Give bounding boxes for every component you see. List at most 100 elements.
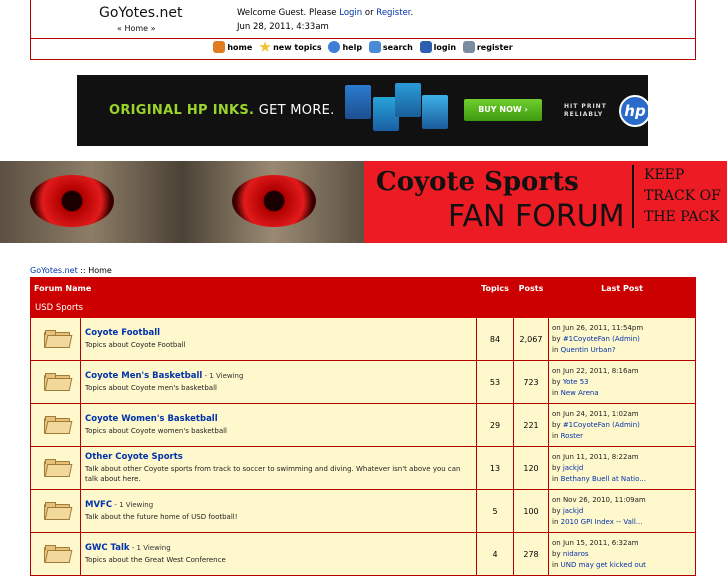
- last-post-topic-link[interactable]: Roster: [561, 432, 583, 440]
- buy-now-button[interactable]: BUY NOW ›: [464, 99, 542, 121]
- site-banner: Coyote Sports FAN FORUM KEEP TRACK OF TH…: [0, 161, 727, 243]
- forum-info-cell: MVFC - 1 Viewing Talk about the future ho…: [80, 489, 477, 533]
- forum-description: Topics about Coyote Football: [85, 341, 186, 349]
- forum-info-cell: Coyote Women's Basketball Topics about Co…: [80, 403, 477, 447]
- register-link[interactable]: Register: [376, 8, 410, 18]
- toolbar-help-label: help: [342, 42, 363, 52]
- last-post-author-link[interactable]: jackjd: [563, 507, 584, 515]
- forum-info-cell: GWC Talk - 1 Viewing Topics about the Gre…: [80, 532, 477, 576]
- forum-table: Forum Name Topics Posts Last Post USD Sp…: [30, 277, 696, 576]
- forum-description: Topics about Coyote men's basketball: [85, 384, 217, 392]
- last-post-date: on Jun 11, 2011, 8:22am: [552, 452, 639, 461]
- toolbar-search[interactable]: search: [368, 41, 413, 53]
- ink-cartridge-image: [345, 85, 371, 119]
- forum-name-link[interactable]: Coyote Women's Basketball: [85, 414, 218, 424]
- forum-status-cell: [30, 403, 81, 447]
- toolbar-register-label: register: [476, 42, 513, 52]
- last-post-author-line: by jackjd: [552, 463, 584, 472]
- forum-row: Coyote Men's Basketball - 1 Viewing Topic…: [30, 360, 696, 404]
- last-post-author-line: by jackjd: [552, 506, 584, 515]
- search-icon: [368, 41, 381, 53]
- banner-slogan-3: THE PACK: [644, 209, 720, 225]
- last-post-author-line: by Yote 53: [552, 377, 589, 386]
- forum-name-link[interactable]: MVFC: [85, 500, 112, 510]
- ink-cartridge-image: [395, 83, 421, 117]
- folder-icon: [43, 373, 72, 391]
- forum-name-link[interactable]: Other Coyote Sports: [85, 452, 183, 462]
- col-posts: Posts: [513, 277, 549, 299]
- last-post-author-link[interactable]: Yote 53: [563, 378, 589, 386]
- breadcrumb-separator: ::: [77, 266, 89, 275]
- forum-status-cell: [30, 446, 81, 490]
- forum-description: Talk about other Coyote sports from trac…: [85, 465, 461, 483]
- last-post-topic-link[interactable]: New Arena: [561, 389, 599, 397]
- last-post-author-link[interactable]: jackjd: [563, 464, 584, 472]
- forum-last-post: on Jun 26, 2011, 11:54pm by #1CoyoteFan (…: [548, 317, 696, 361]
- last-post-author-link[interactable]: nidaros: [563, 550, 589, 558]
- forum-last-post: on Jun 22, 2011, 8:16am by Yote 53 in New …: [548, 360, 696, 404]
- forum-name-link[interactable]: Coyote Men's Basketball: [85, 371, 202, 381]
- forum-viewing-count: - 1 Viewing: [112, 501, 154, 509]
- home-crumb[interactable]: « Home »: [117, 24, 156, 33]
- last-post-date: on Jun 26, 2011, 11:54pm: [552, 323, 644, 332]
- forum-posts-count: 278: [513, 532, 549, 576]
- last-post-topic-link[interactable]: UND may get kicked out: [561, 561, 646, 569]
- header-box: GoYotes.net « Home » Welcome Guest. Plea…: [30, 0, 696, 60]
- toolbar-help[interactable]: help: [328, 41, 362, 53]
- toolbar-new-topics[interactable]: new topics: [259, 41, 322, 53]
- last-post-date: on Jun 15, 2011, 6:32am: [552, 538, 639, 547]
- welcome-suffix: .: [410, 8, 414, 18]
- login-link[interactable]: Login: [339, 8, 362, 18]
- forum-topics-count: 13: [476, 446, 514, 490]
- last-post-topic-link[interactable]: Bethany Buell at Natio...: [561, 475, 646, 483]
- forum-topics-count: 5: [476, 489, 514, 533]
- header-top-row: GoYotes.net « Home » Welcome Guest. Plea…: [31, 0, 695, 39]
- forum-rows: Coyote Football Topics about Coyote Footb…: [30, 317, 696, 576]
- forum-name-link[interactable]: Coyote Football: [85, 328, 160, 338]
- home-icon: [213, 41, 226, 53]
- breadcrumb-site-link[interactable]: GoYotes.net: [30, 266, 78, 275]
- folder-icon: [43, 459, 72, 477]
- forum-last-post: on Jun 11, 2011, 8:22am by jackjd in Betha…: [548, 446, 696, 490]
- folder-icon: [43, 416, 72, 434]
- toolbar-login-label: login: [433, 42, 457, 52]
- last-post-author-link[interactable]: #1CoyoteFan (Admin): [563, 421, 640, 429]
- toolbar-register[interactable]: register: [462, 41, 513, 53]
- forum-description: Topics about the Great West Conference: [85, 556, 226, 564]
- ad-headline-white: GET MORE.: [254, 103, 335, 118]
- col-forum-name: Forum Name: [30, 277, 477, 299]
- forum-status-cell: [30, 489, 81, 533]
- forum-last-post: on Jun 24, 2011, 1:02am by #1CoyoteFan (A…: [548, 403, 696, 447]
- toolbar-search-label: search: [382, 42, 413, 52]
- last-post-topic-line: in Quentin Urban?: [552, 345, 616, 354]
- forum-topics-count: 84: [476, 317, 514, 361]
- col-topics: Topics: [476, 277, 514, 299]
- last-post-topic-link[interactable]: Quentin Urban?: [561, 346, 616, 354]
- login-icon: [419, 41, 432, 53]
- forum-status-cell: [30, 317, 81, 361]
- last-post-date: on Nov 26, 2010, 11:09am: [552, 495, 646, 504]
- toolbar-login[interactable]: login: [419, 41, 457, 53]
- col-last-post: Last Post: [548, 277, 696, 299]
- forum-viewing-count: - 1 Viewing: [129, 544, 171, 552]
- hp-ad-banner[interactable]: ORIGINAL HP INKS. GET MORE. BUY NOW › HI…: [77, 75, 648, 146]
- folder-icon: [43, 545, 72, 563]
- last-post-topic-link[interactable]: 2010 GPI Index -- Vall...: [561, 518, 643, 526]
- category-title[interactable]: USD Sports: [30, 298, 696, 318]
- toolbar-home[interactable]: home: [213, 41, 252, 53]
- forum-description: Topics about Coyote women's basketball: [85, 427, 227, 435]
- last-post-author-line: by nidaros: [552, 549, 589, 558]
- site-title[interactable]: GoYotes.net: [99, 5, 183, 21]
- right-eye-image: [232, 175, 316, 227]
- last-post-author-link[interactable]: #1CoyoteFan (Admin): [563, 335, 640, 343]
- forum-status-cell: [30, 532, 81, 576]
- welcome-or: or: [362, 8, 377, 18]
- ad-tagline-1: HIT PRINT: [564, 103, 607, 110]
- ad-tagline: HIT PRINT RELIABLY: [564, 103, 607, 119]
- folder-icon: [43, 330, 72, 348]
- forum-topics-count: 53: [476, 360, 514, 404]
- forum-posts-count: 120: [513, 446, 549, 490]
- last-post-date: on Jun 22, 2011, 8:16am: [552, 366, 639, 375]
- category-row: USD Sports: [30, 298, 696, 318]
- forum-posts-count: 2,067: [513, 317, 549, 361]
